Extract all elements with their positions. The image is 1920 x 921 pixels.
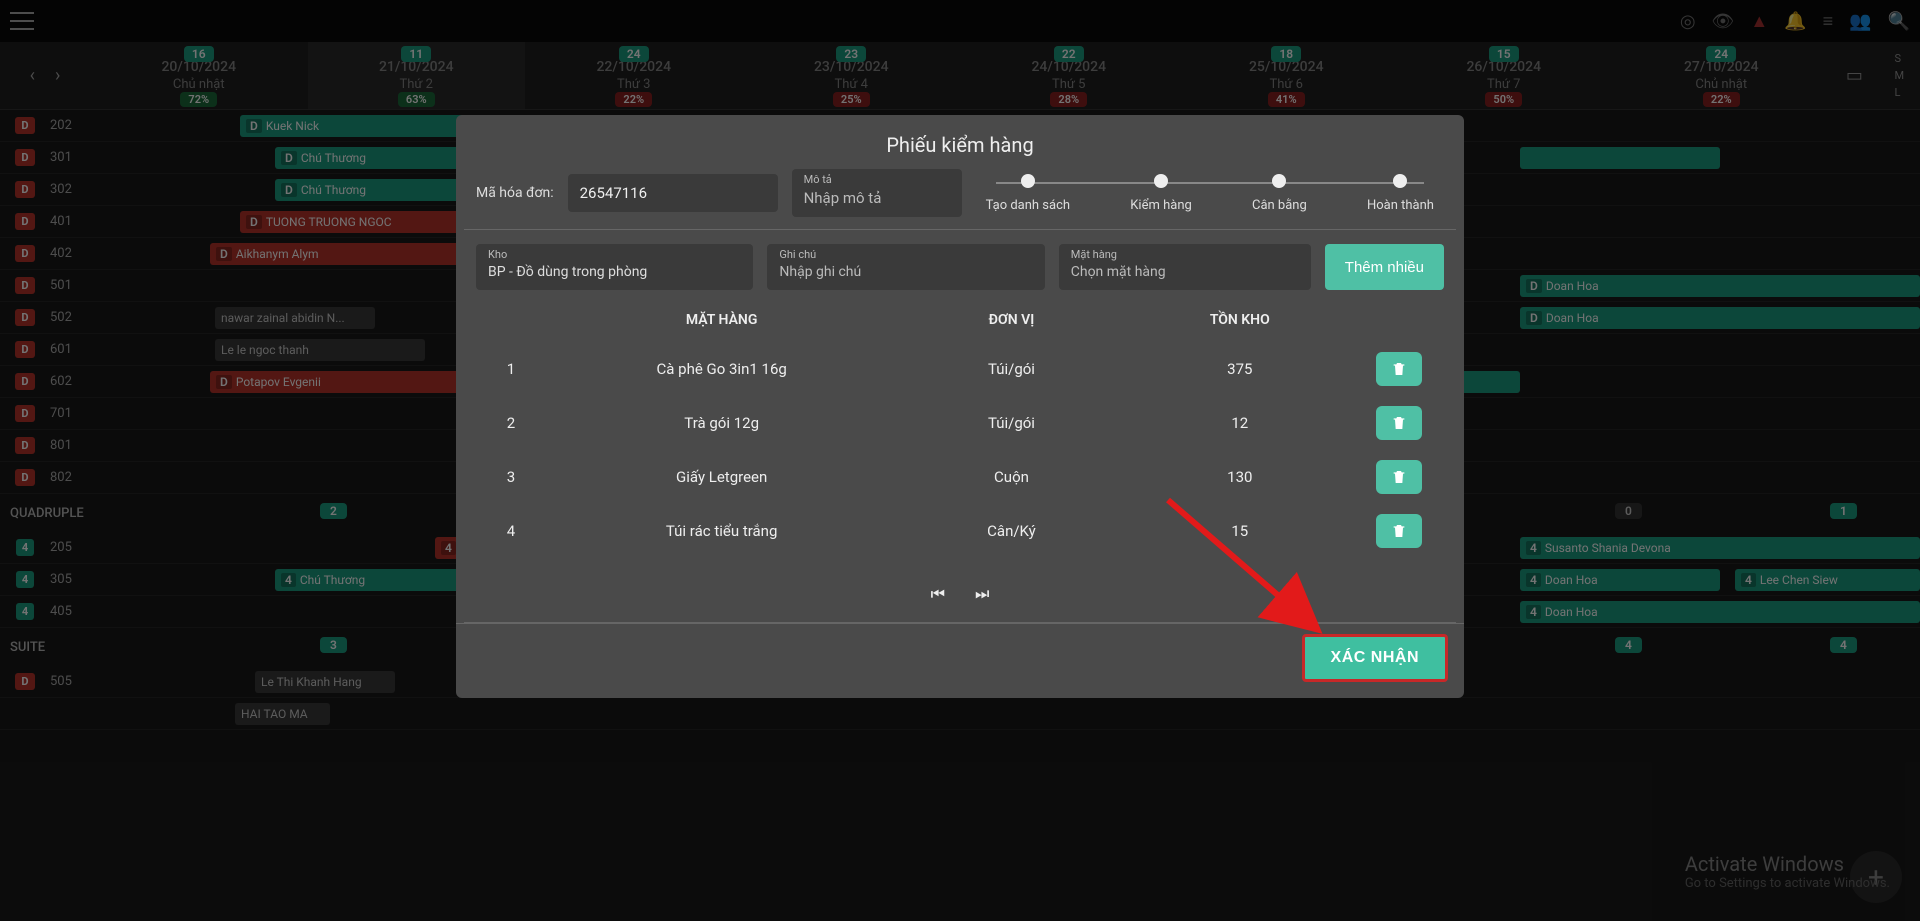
modal-overlay: Phiếu kiểm hàng Mã hóa đơn: 26547116 Mô … bbox=[0, 0, 1920, 921]
trash-icon bbox=[1391, 523, 1407, 539]
table-header: MẶT HÀNG ĐƠN VỊ TỒN KHO bbox=[456, 304, 1464, 342]
delete-button[interactable] bbox=[1376, 514, 1422, 548]
step: Cân bằng bbox=[1252, 174, 1307, 213]
note-field[interactable]: Ghi chú Nhập ghi chú bbox=[767, 244, 1044, 290]
desc-field[interactable]: Mô tả Nhập mô tả bbox=[792, 169, 962, 217]
step-dot-icon bbox=[1021, 174, 1035, 188]
table-row: 4 Túi rác tiểu trắng Cân/Ký 15 bbox=[456, 504, 1464, 558]
delete-button[interactable] bbox=[1376, 352, 1422, 386]
delete-button[interactable] bbox=[1376, 406, 1422, 440]
inventory-modal: Phiếu kiểm hàng Mã hóa đơn: 26547116 Mô … bbox=[456, 115, 1464, 698]
step-dot-icon bbox=[1154, 174, 1168, 188]
trash-icon bbox=[1391, 415, 1407, 431]
code-label: Mã hóa đơn: bbox=[476, 185, 554, 201]
table-row: 3 Giấy Letgreen Cuộn 130 bbox=[456, 450, 1464, 504]
table-row: 1 Cà phê Go 3in1 16g Túi/gói 375 bbox=[456, 342, 1464, 396]
pager: ⏮ ⏭ bbox=[456, 558, 1464, 622]
item-field[interactable]: Mặt hàng Chọn mặt hàng bbox=[1059, 244, 1311, 290]
step: Kiểm hàng bbox=[1130, 174, 1192, 213]
add-many-button[interactable]: Thêm nhiều bbox=[1325, 244, 1444, 290]
step-dot-icon bbox=[1393, 174, 1407, 188]
table-row: 2 Trà gói 12g Túi/gói 12 bbox=[456, 396, 1464, 450]
trash-icon bbox=[1391, 469, 1407, 485]
code-field[interactable]: 26547116 bbox=[568, 174, 778, 212]
page-first-icon[interactable]: ⏮ bbox=[931, 584, 945, 604]
step: Tạo danh sách bbox=[986, 174, 1070, 213]
stepper: Tạo danh sách Kiểm hàng Cân bằng Hoàn thành bbox=[976, 174, 1444, 213]
step: Hoàn thành bbox=[1367, 174, 1434, 213]
modal-title: Phiếu kiểm hàng bbox=[456, 115, 1464, 169]
trash-icon bbox=[1391, 361, 1407, 377]
page-last-icon[interactable]: ⏭ bbox=[975, 584, 989, 604]
confirm-button[interactable]: XÁC NHẬN bbox=[1302, 634, 1448, 682]
warehouse-field[interactable]: Kho BP - Đồ dùng trong phòng bbox=[476, 244, 753, 290]
step-dot-icon bbox=[1272, 174, 1286, 188]
delete-button[interactable] bbox=[1376, 460, 1422, 494]
